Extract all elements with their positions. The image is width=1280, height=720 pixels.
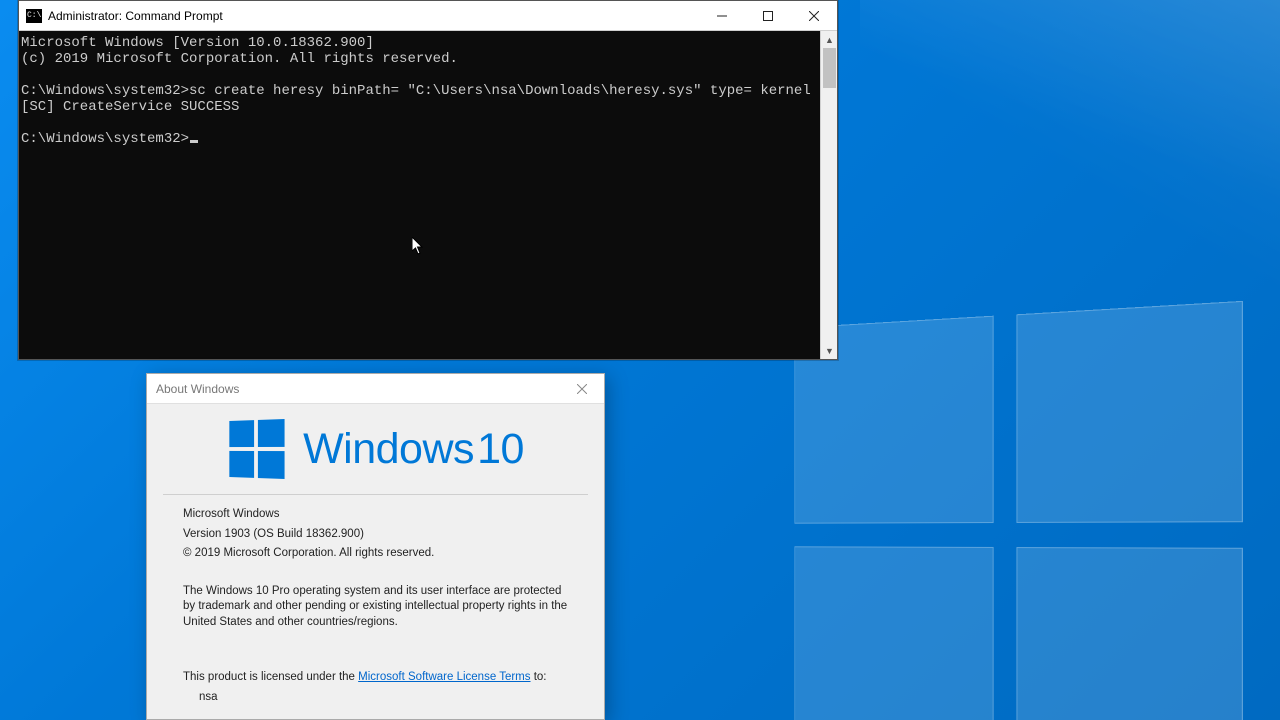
license-terms-link[interactable]: Microsoft Software License Terms — [358, 671, 530, 683]
about-legal: The Windows 10 Pro operating system and … — [183, 584, 568, 631]
cmd-cursor — [190, 140, 198, 143]
about-version: Version 1903 (OS Build 18362.900) — [183, 527, 568, 543]
about-license-line: This product is licensed under the Micro… — [183, 670, 568, 686]
cmd-line: [SC] CreateService SUCCESS — [21, 99, 239, 115]
about-titlebar[interactable]: About Windows — [147, 374, 604, 404]
cmd-line: (c) 2019 Microsoft Corporation. All righ… — [21, 51, 458, 67]
cmd-titlebar[interactable]: Administrator: Command Prompt — [19, 1, 837, 31]
scroll-thumb[interactable] — [823, 48, 836, 88]
about-product: Microsoft Windows — [183, 507, 568, 523]
divider — [163, 494, 588, 495]
close-button[interactable] — [559, 374, 604, 404]
windows10-banner: Windows 10 — [163, 416, 588, 494]
minimize-button[interactable] — [699, 1, 745, 31]
about-licensed-user: nsa — [183, 690, 568, 706]
about-body: Windows 10 Microsoft Windows Version 190… — [147, 404, 604, 705]
cmd-title: Administrator: Command Prompt — [48, 9, 223, 23]
cmd-app-icon — [26, 9, 42, 23]
scroll-down-icon[interactable]: ▼ — [821, 342, 838, 359]
scroll-up-icon[interactable]: ▲ — [821, 31, 838, 48]
cmd-prompt: C:\Windows\system32> — [21, 83, 189, 99]
cmd-line: Microsoft Windows [Version 10.0.18362.90… — [21, 35, 374, 51]
windows-logo-icon — [229, 419, 284, 479]
about-windows-window: About Windows Windows 10 Microsoft Windo… — [146, 373, 605, 720]
about-title: About Windows — [156, 382, 239, 396]
cmd-scrollbar[interactable]: ▲ ▼ — [820, 31, 837, 359]
about-copyright: © 2019 Microsoft Corporation. All rights… — [183, 546, 568, 562]
close-button[interactable] — [791, 1, 837, 31]
windows10-wordmark: Windows 10 — [303, 425, 524, 474]
cmd-prompt: C:\Windows\system32> — [21, 131, 189, 147]
cmd-terminal[interactable]: Microsoft Windows [Version 10.0.18362.90… — [19, 31, 820, 359]
wallpaper-windows-logo — [794, 301, 1243, 720]
command-prompt-window: Administrator: Command Prompt Microsoft … — [18, 0, 838, 360]
cmd-user-input: sc create heresy binPath= "C:\Users\nsa\… — [189, 83, 811, 99]
maximize-button[interactable] — [745, 1, 791, 31]
